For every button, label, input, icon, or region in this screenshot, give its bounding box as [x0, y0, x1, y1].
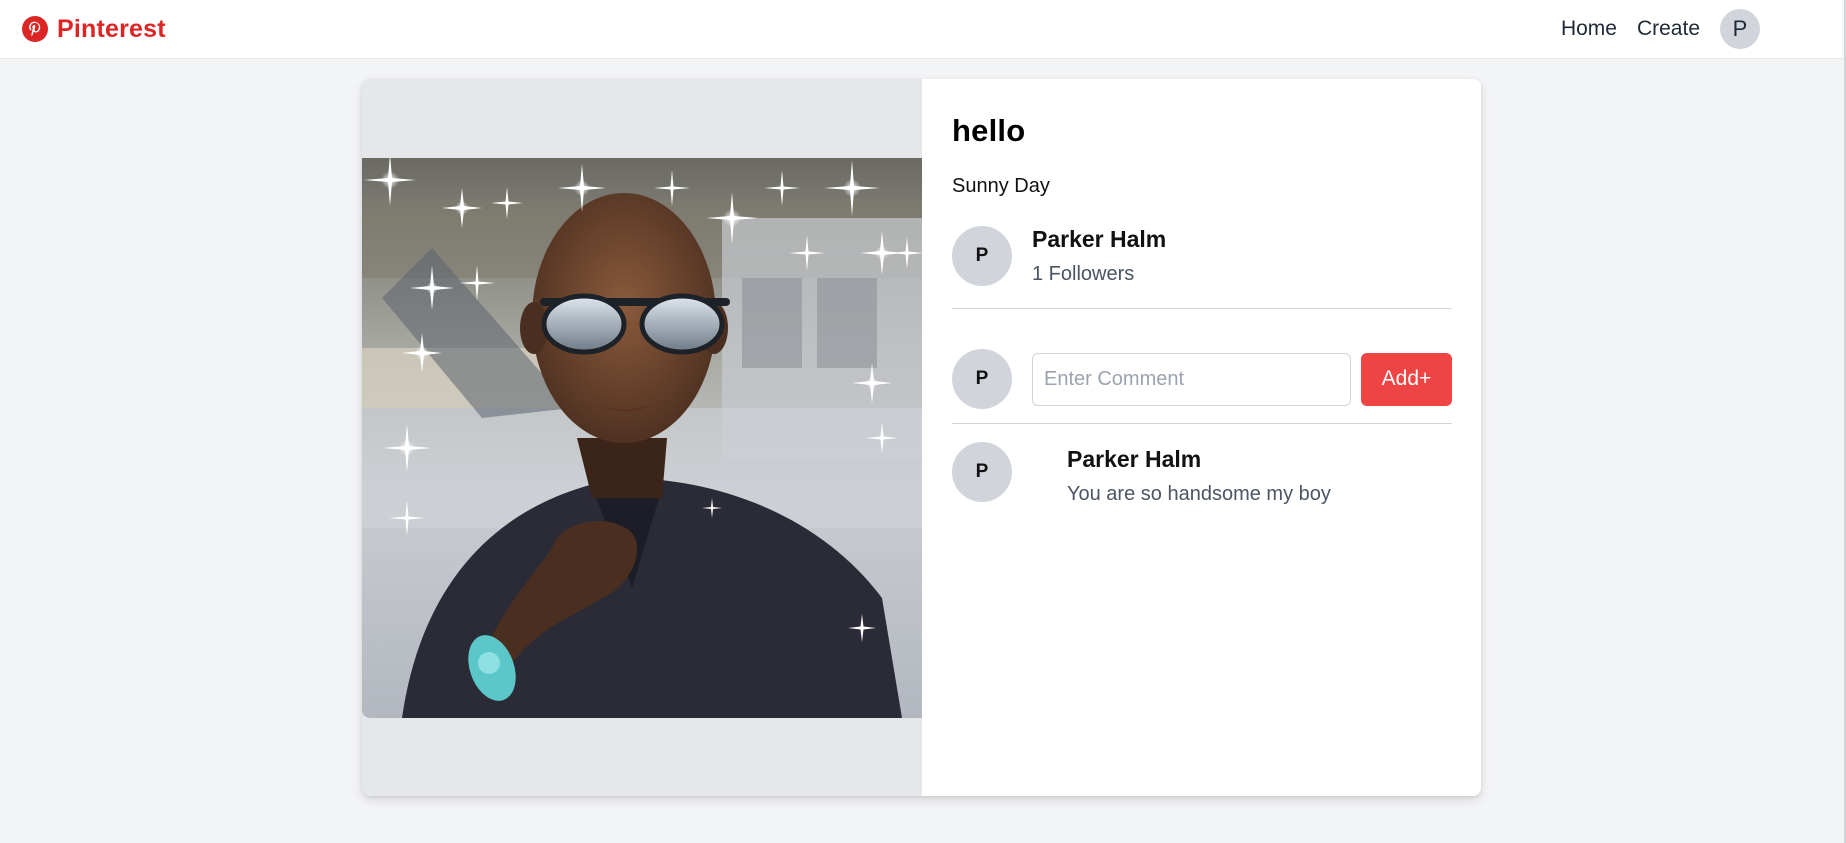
nav-home-link[interactable]: Home: [1561, 17, 1617, 41]
comment-list: P Parker Halm You are so handsome my boy: [952, 424, 1452, 506]
comment-avatar: P: [952, 442, 1012, 502]
brand-name: Pinterest: [57, 14, 166, 43]
pin-image[interactable]: [362, 157, 922, 718]
author-avatar[interactable]: P: [952, 226, 1012, 286]
author-info: Parker Halm 1 Followers: [1032, 226, 1166, 286]
comment-form-avatar: P: [952, 349, 1012, 409]
nav-create-link[interactable]: Create: [1637, 17, 1700, 41]
author-followers: 1 Followers: [1032, 263, 1135, 285]
nav-links: Home Create P: [1561, 9, 1760, 49]
page: Pinterest Home Create P hello Sunny Day …: [0, 0, 1846, 843]
comment-body: Parker Halm You are so handsome my boy: [1067, 442, 1331, 506]
comment-item: P Parker Halm You are so handsome my boy: [952, 424, 1452, 506]
navbar: Pinterest Home Create P: [0, 0, 1842, 59]
pin-card: hello Sunny Day P Parker Halm 1 Follower…: [362, 79, 1481, 796]
author-row: P Parker Halm 1 Followers: [952, 226, 1452, 309]
pin-image-pane: [362, 79, 922, 796]
pin-details: hello Sunny Day P Parker Halm 1 Follower…: [922, 79, 1481, 796]
pinterest-logo-icon: [22, 16, 48, 42]
pin-title: hello: [952, 113, 1026, 148]
user-avatar-button[interactable]: P: [1720, 9, 1760, 49]
brand-link[interactable]: Pinterest: [22, 15, 166, 44]
author-name[interactable]: Parker Halm: [1032, 226, 1166, 253]
comment-author: Parker Halm: [1067, 446, 1202, 472]
comment-form: P Add+: [952, 309, 1452, 424]
add-comment-button[interactable]: Add+: [1361, 352, 1452, 406]
pin-description: Sunny Day: [952, 175, 1050, 197]
comment-text: You are so handsome my boy: [1067, 483, 1331, 505]
comment-input[interactable]: [1032, 352, 1351, 406]
